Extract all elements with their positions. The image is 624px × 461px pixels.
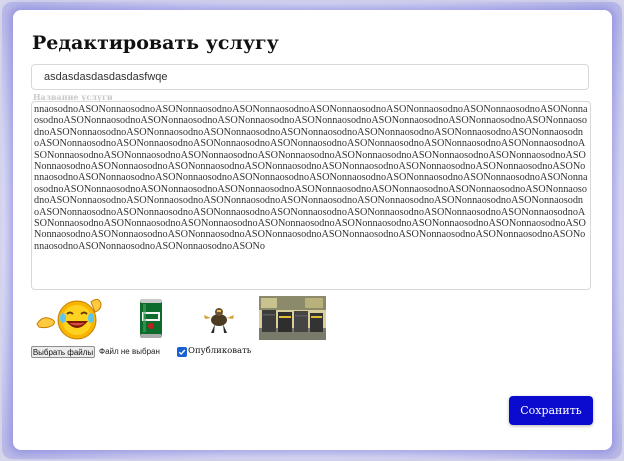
- creature-figure-icon[interactable]: [201, 296, 237, 340]
- checkmark-icon: [178, 349, 186, 356]
- publish-label: Опубликовать: [188, 346, 252, 356]
- choose-files-button[interactable]: Выбрать файлы: [31, 346, 95, 358]
- service-description-textarea[interactable]: nnaosodnoASONonnaosodnoASONonnaosodnoASO…: [31, 101, 591, 290]
- beer-can-icon[interactable]: [136, 296, 166, 340]
- service-name-input[interactable]: asdasdasdasdasdasfwqe: [31, 64, 589, 90]
- modal-title: Редактировать услугу: [32, 32, 279, 54]
- save-button[interactable]: Сохранить: [509, 396, 593, 425]
- laughing-emoji-icon[interactable]: [33, 296, 103, 340]
- image-gallery: [33, 296, 333, 340]
- dumpsters-scene-icon[interactable]: [259, 296, 326, 340]
- edit-service-modal: Редактировать услугу asdasdasdasdasdasfw…: [13, 10, 612, 450]
- publish-checkbox[interactable]: [177, 347, 187, 357]
- file-status-text: Файл не выбран: [99, 347, 160, 356]
